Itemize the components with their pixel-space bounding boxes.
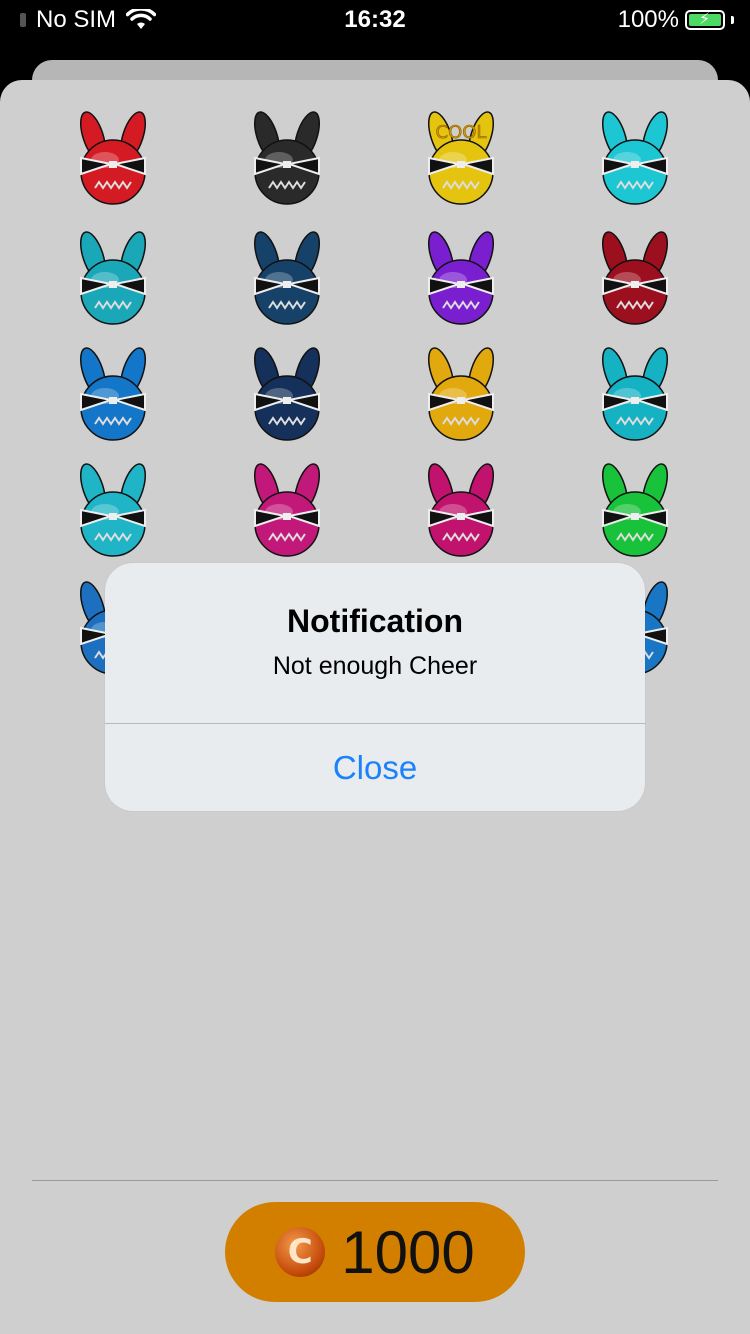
svg-text:COOL: COOL — [436, 122, 487, 143]
sticker-gold-halo-bunny[interactable] — [411, 344, 511, 444]
bunny-icon — [427, 347, 495, 441]
status-bar: No SIM 16:32 100% ⚡ — [0, 0, 750, 44]
bunny-icon — [79, 347, 147, 441]
sticker-teal-knives-bunny[interactable] — [585, 344, 685, 444]
bunny-icon — [253, 231, 321, 325]
bunny-icon — [79, 111, 147, 205]
sticker-red-bunny[interactable] — [63, 108, 163, 208]
alert-message: Not enough Cheer — [272, 652, 478, 680]
bunny-icon — [601, 231, 669, 325]
sticker-cyan-bunny[interactable] — [585, 108, 685, 208]
bunny-icon — [253, 463, 321, 557]
sticker-dark-navy-bunny[interactable] — [237, 344, 337, 444]
sticker-red-halo-bunny[interactable] — [585, 228, 685, 328]
sticker-cool-yellow-bunny[interactable]: COOL — [411, 108, 511, 208]
sticker-magenta-bunny[interactable] — [237, 460, 337, 560]
bunny-icon — [253, 347, 321, 441]
notification-alert: Notification Not enough Cheer Close — [105, 563, 645, 811]
bunny-icon — [601, 111, 669, 205]
bunny-icon — [601, 347, 669, 441]
sticker-blue-bunny[interactable] — [63, 344, 163, 444]
bunny-icon — [79, 231, 147, 325]
status-right: 100% ⚡ — [618, 6, 734, 34]
bunny-icon — [79, 463, 147, 557]
close-button[interactable]: Close — [105, 724, 645, 811]
sticker-shark-bunny[interactable] — [63, 460, 163, 560]
bunny-icon — [253, 111, 321, 205]
bottom-divider — [32, 1180, 718, 1181]
sticker-navy-bunny[interactable] — [237, 228, 337, 328]
alert-title: Notification — [287, 603, 463, 639]
cheer-balance-amount: 1000 — [341, 1218, 475, 1286]
bunny-icon: COOL — [427, 111, 495, 205]
sticker-purple-devil-bunny[interactable] — [411, 228, 511, 328]
sticker-black-x-bunny[interactable] — [237, 108, 337, 208]
battery-percent: 100% — [617, 6, 679, 33]
bunny-icon — [427, 231, 495, 325]
sticker-green-money-bunny[interactable] — [585, 460, 685, 560]
bunny-icon — [601, 463, 669, 557]
sticker-teal-bunny[interactable] — [63, 228, 163, 328]
sticker-pink-hearts-bunny[interactable] — [411, 460, 511, 560]
coin-icon: C — [275, 1227, 326, 1277]
battery-icon: ⚡ — [685, 10, 725, 30]
battery-cap — [731, 16, 734, 24]
bunny-icon — [427, 463, 495, 557]
cheer-balance-pill[interactable]: C 1000 — [225, 1202, 525, 1302]
